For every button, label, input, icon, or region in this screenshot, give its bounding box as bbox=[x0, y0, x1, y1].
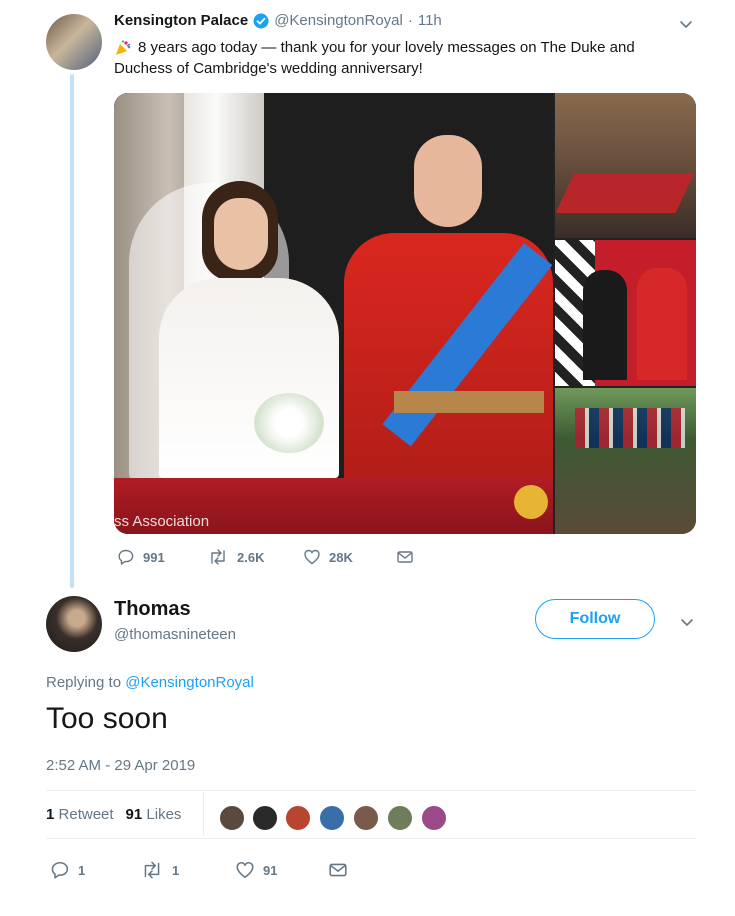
author-name[interactable]: Kensington Palace bbox=[114, 12, 248, 29]
liker-avatar[interactable] bbox=[218, 804, 246, 832]
retweet-icon bbox=[140, 860, 164, 880]
liker-avatar[interactable] bbox=[284, 804, 312, 832]
liker-avatar[interactable] bbox=[318, 804, 346, 832]
bouquet bbox=[254, 393, 324, 453]
retweets-stat[interactable]: 1 Retweet bbox=[46, 806, 114, 823]
tweet-timestamp[interactable]: 2:52 AM - 29 Apr 2019 bbox=[46, 757, 195, 774]
retweet-label: Retweet bbox=[58, 806, 114, 823]
heart-icon bbox=[235, 860, 255, 880]
crowd-photo[interactable] bbox=[555, 388, 696, 534]
divider bbox=[46, 790, 696, 791]
like-action[interactable]: 91 bbox=[235, 860, 277, 880]
liker-avatar[interactable] bbox=[386, 804, 414, 832]
divider bbox=[46, 838, 696, 839]
reply-action[interactable]: 1 bbox=[50, 860, 85, 880]
groom-face bbox=[414, 135, 482, 227]
bride-dress bbox=[159, 278, 339, 478]
engagement-stats: 1 Retweet 91 Likes bbox=[46, 806, 181, 823]
verified-badge-icon bbox=[253, 13, 269, 29]
liker-avatar[interactable] bbox=[352, 804, 380, 832]
author-handle[interactable]: @KensingtonRoyal bbox=[274, 12, 403, 29]
retweet-action[interactable]: 2.6K bbox=[207, 548, 264, 566]
bride-face bbox=[214, 198, 268, 270]
william-figure bbox=[637, 268, 687, 380]
red-carpet-aisle bbox=[555, 173, 695, 213]
thomas-avatar[interactable] bbox=[46, 596, 102, 652]
reply-count: 1 bbox=[78, 862, 86, 878]
tweet-text-line-2: Duchess of Cambridge's wedding anniversa… bbox=[114, 60, 423, 77]
chevron-down-icon[interactable] bbox=[678, 16, 694, 37]
main-author-name[interactable]: Thomas bbox=[114, 598, 191, 621]
retweet-total: 1 bbox=[46, 806, 55, 823]
flags bbox=[575, 408, 685, 448]
princes-photo[interactable] bbox=[555, 240, 696, 386]
tweet-header: Kensington Palace @KensingtonRoyal · 11h bbox=[114, 12, 442, 29]
likes-stat[interactable]: 91 Likes bbox=[126, 806, 182, 823]
like-total: 91 bbox=[125, 806, 143, 823]
liker-avatar[interactable] bbox=[420, 804, 448, 832]
reply-icon bbox=[50, 860, 70, 880]
reply-count: 991 bbox=[143, 549, 165, 565]
main-tweet-text: Too soon bbox=[46, 702, 168, 735]
harry-figure bbox=[583, 270, 627, 380]
reply-action[interactable]: 991 bbox=[117, 548, 165, 566]
replying-to-link[interactable]: @KensingtonRoyal bbox=[125, 674, 254, 691]
tweet-time[interactable]: 11h bbox=[418, 12, 442, 29]
replying-prefix: Replying to bbox=[46, 674, 126, 691]
message-icon[interactable] bbox=[396, 548, 414, 571]
message-icon[interactable] bbox=[328, 860, 348, 885]
time-separator: · bbox=[407, 12, 413, 29]
like-count: 91 bbox=[263, 862, 278, 878]
like-count: 28K bbox=[329, 549, 353, 565]
retweet-action[interactable]: 1 bbox=[140, 860, 179, 880]
thread-line bbox=[70, 74, 74, 588]
photo-caption: ss Association bbox=[114, 513, 210, 530]
liker-avatar[interactable] bbox=[251, 804, 279, 832]
reply-icon bbox=[117, 548, 135, 566]
main-wedding-photo[interactable]: ss Association bbox=[114, 93, 553, 534]
retweet-count: 2.6K bbox=[237, 549, 265, 565]
replying-to: Replying to @KensingtonRoyal bbox=[46, 674, 254, 691]
heart-icon bbox=[303, 548, 321, 566]
confetti-emoji-icon bbox=[114, 39, 132, 57]
gold-tassel bbox=[514, 485, 548, 519]
like-action[interactable]: 28K bbox=[303, 548, 353, 566]
kensington-avatar[interactable] bbox=[46, 14, 102, 70]
retweet-icon bbox=[207, 548, 229, 566]
stats-divider bbox=[203, 792, 204, 836]
tweet-text: 8 years ago today — thank you for your l… bbox=[114, 37, 704, 79]
main-author-handle[interactable]: @thomasnineteen bbox=[114, 626, 236, 643]
abbey-interior-photo[interactable] bbox=[555, 93, 696, 238]
chevron-down-icon[interactable] bbox=[679, 614, 695, 635]
follow-button[interactable]: Follow bbox=[535, 599, 655, 639]
tweet-text-line-1: 8 years ago today — thank you for your l… bbox=[138, 39, 635, 56]
photo-grid[interactable]: ss Association bbox=[114, 93, 696, 534]
retweet-count: 1 bbox=[172, 862, 180, 878]
gold-belt bbox=[394, 391, 544, 413]
likes-label: Likes bbox=[146, 806, 182, 823]
